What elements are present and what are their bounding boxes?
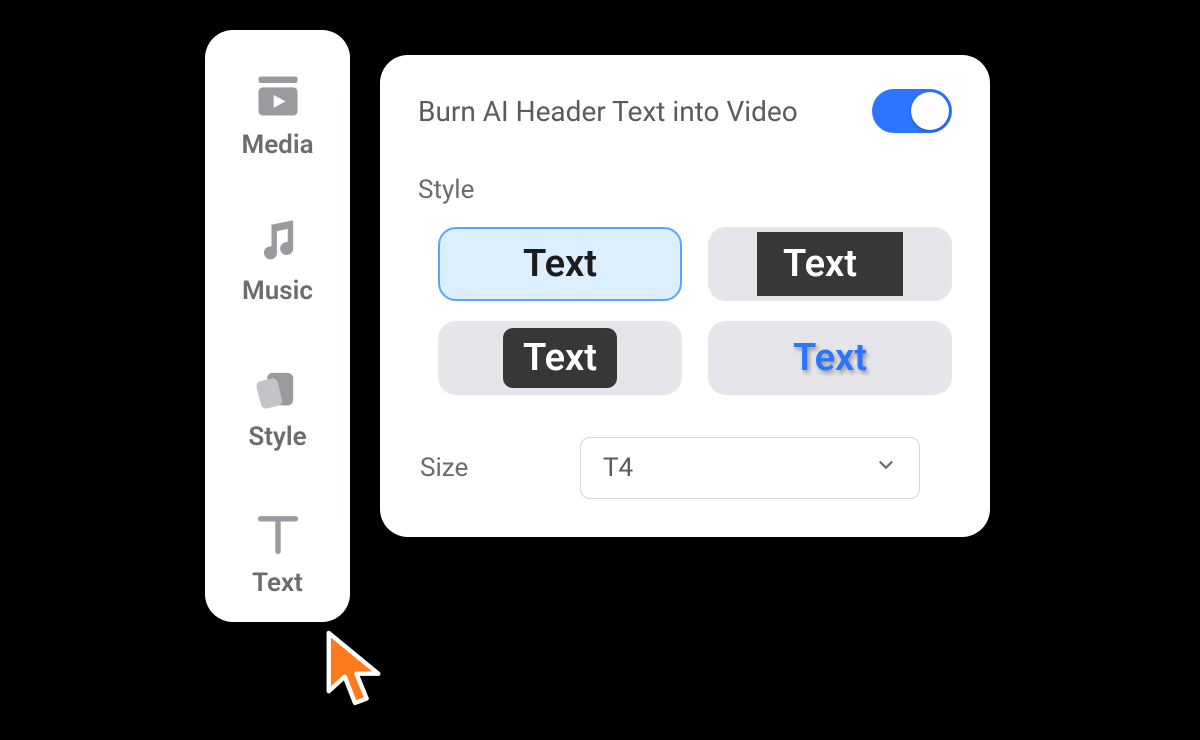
cursor-icon <box>320 630 390 710</box>
size-label: Size <box>420 453 540 483</box>
size-value: T4 <box>603 453 633 483</box>
size-row: Size T4 <box>418 437 952 499</box>
toggle-knob <box>911 92 949 130</box>
style-section-label: Style <box>418 175 952 205</box>
sidebar-item-label: Media <box>241 130 313 160</box>
sidebar-item-media[interactable]: Media <box>215 56 340 174</box>
size-select[interactable]: T4 <box>580 437 920 499</box>
style-option-box-dark[interactable]: Text <box>708 227 952 301</box>
sidebar-item-style[interactable]: Style <box>215 348 340 466</box>
style-option-blue-shadow[interactable]: Text <box>708 321 952 395</box>
music-icon <box>252 216 304 268</box>
sidebar-item-label: Text <box>252 568 303 598</box>
burn-header-row: Burn AI Header Text into Video <box>418 89 952 133</box>
style-icon <box>252 362 304 414</box>
style-sample-text: Text <box>523 242 597 286</box>
text-icon <box>252 508 304 560</box>
burn-header-label: Burn AI Header Text into Video <box>418 95 798 128</box>
style-sample-text: Text <box>793 336 867 380</box>
style-sample-text: Text <box>757 232 903 296</box>
burn-header-toggle[interactable] <box>872 89 952 133</box>
style-sample-text: Text <box>503 328 617 388</box>
media-icon <box>252 70 304 122</box>
style-option-plain[interactable]: Text <box>438 227 682 301</box>
text-settings-panel: Burn AI Header Text into Video Style Tex… <box>380 55 990 537</box>
style-options-grid: Text Text Text Text <box>418 227 952 395</box>
sidebar-item-label: Music <box>242 276 313 306</box>
chevron-down-icon <box>875 453 897 483</box>
sidebar-item-text[interactable]: Text <box>215 494 340 612</box>
sidebar-item-label: Style <box>248 422 306 452</box>
tool-sidebar: Media Music Style <box>205 30 350 622</box>
style-option-pill-dark[interactable]: Text <box>438 321 682 395</box>
sidebar-item-music[interactable]: Music <box>215 202 340 320</box>
